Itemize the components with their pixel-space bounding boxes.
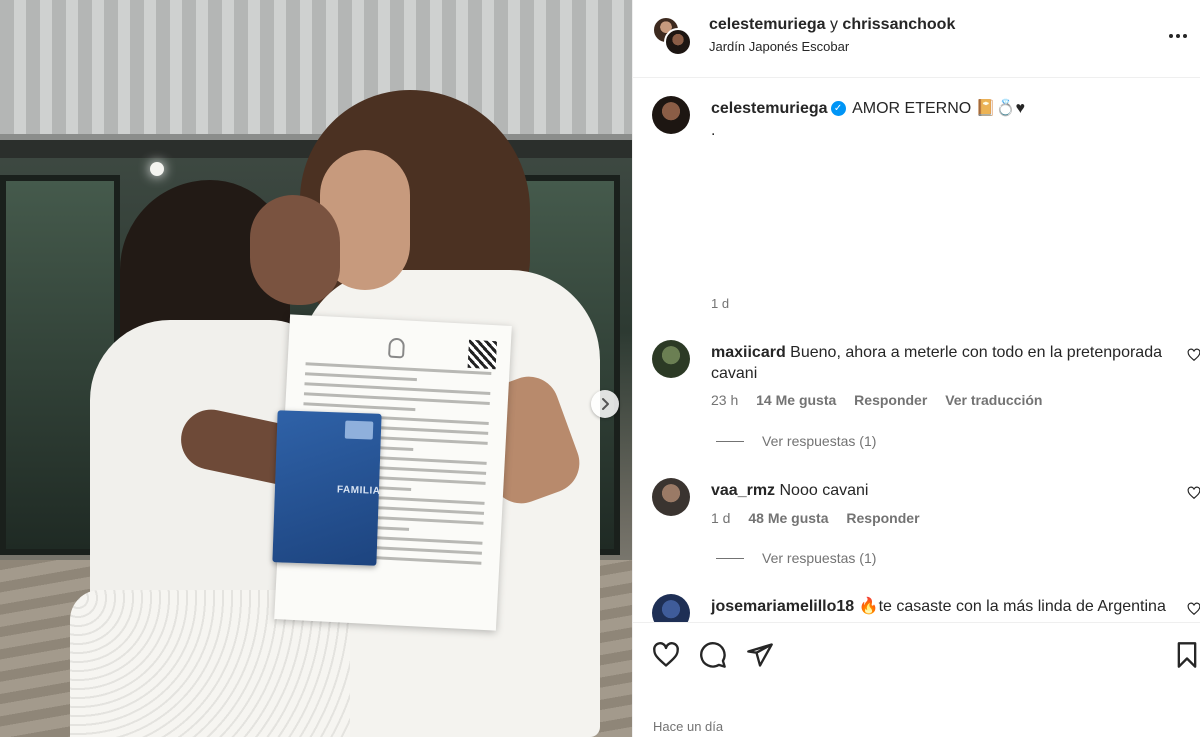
translate-button[interactable]: Ver traducción	[945, 392, 1042, 408]
caption-extra-line: .	[711, 122, 716, 139]
action-bar	[633, 622, 1200, 692]
post-photo[interactable]: FAMILIA	[0, 0, 632, 737]
comment-text: josemariamelillo18 🔥te casaste con la má…	[711, 596, 1171, 617]
replies-rule	[716, 557, 744, 559]
certificate-qr-icon	[467, 339, 498, 370]
photo-roof	[0, 0, 632, 140]
share-icon[interactable]	[746, 641, 774, 669]
heart-icon[interactable]	[652, 641, 680, 669]
comment-meta: 1 d 48 Me gusta Responder	[711, 510, 934, 526]
comment-username[interactable]: josemariamelillo18	[711, 598, 854, 615]
avatar[interactable]	[652, 594, 690, 622]
verified-badge-icon: ✓	[830, 101, 846, 117]
replies-rule	[716, 440, 744, 442]
next-photo-button[interactable]	[591, 390, 619, 418]
booklet-emblem-icon	[344, 420, 374, 440]
more-options-icon	[1169, 34, 1173, 38]
certificate-seal-icon	[388, 337, 406, 359]
heart-icon[interactable]	[1187, 348, 1200, 362]
post-header: celestemuriega y chrissanchook Jardín Ja…	[633, 0, 1200, 78]
heart-icon[interactable]	[1187, 602, 1200, 616]
booklet-label: FAMILIA	[336, 484, 381, 497]
view-replies-button[interactable]: Ver respuestas (1)	[716, 433, 876, 449]
chevron-right-icon	[602, 398, 609, 410]
caption-username[interactable]: celestemuriega	[711, 100, 828, 117]
caption-text: AMOR ETERNO 📔💍♥	[852, 100, 1025, 117]
comment-username[interactable]: vaa_rmz	[711, 482, 775, 499]
reply-button[interactable]: Responder	[846, 510, 919, 526]
comment-likes[interactable]: 48 Me gusta	[748, 510, 828, 526]
photo-woman-face	[250, 195, 340, 305]
comment-likes[interactable]: 14 Me gusta	[756, 392, 836, 408]
photo-light	[150, 162, 164, 176]
post-side-panel: celestemuriega y chrissanchook Jardín Ja…	[632, 0, 1200, 737]
comment-text: vaa_rmz Nooo cavani	[711, 480, 1171, 501]
post-location[interactable]: Jardín Japonés Escobar	[709, 39, 849, 54]
caption-timestamp[interactable]: 1 d	[711, 296, 729, 311]
comment-time[interactable]: 23 h	[711, 392, 738, 408]
view-replies-label: Ver respuestas (1)	[762, 550, 877, 566]
collaborator-username[interactable]: chrissanchook	[842, 16, 955, 33]
comment-time[interactable]: 1 d	[711, 510, 730, 526]
comment-item: josemariamelillo18 🔥te casaste con la má…	[633, 594, 1200, 622]
collab-avatars[interactable]	[652, 16, 694, 58]
comment-meta: 23 h 14 Me gusta Responder Ver traducció…	[711, 392, 1056, 408]
reply-button[interactable]: Responder	[854, 392, 927, 408]
bookmark-icon[interactable]	[1173, 641, 1200, 669]
comment-icon[interactable]	[699, 641, 727, 669]
post-timestamp[interactable]: Hace un día	[653, 719, 723, 734]
heart-icon[interactable]	[1187, 486, 1200, 500]
author-username[interactable]: celestemuriega	[709, 16, 826, 33]
avatar[interactable]	[652, 478, 690, 516]
avatar[interactable]	[652, 96, 690, 134]
author-conjunction: y	[829, 16, 838, 33]
comment-username[interactable]: maxiicard	[711, 344, 786, 361]
comment-message: Nooo cavani	[779, 482, 869, 499]
avatar[interactable]	[652, 340, 690, 378]
comment-text: maxiicard Bueno, ahora a meterle con tod…	[711, 342, 1171, 384]
more-options-button[interactable]	[1165, 26, 1191, 46]
post-authors: celestemuriega y chrissanchook	[709, 16, 955, 34]
caption-line: celestemuriega ✓ AMOR ETERNO 📔💍♥	[711, 98, 1025, 118]
comment-message: 🔥te casaste con la más linda de Argentin…	[858, 598, 1166, 615]
avatar[interactable]	[664, 28, 692, 56]
photo-family-booklet: FAMILIA	[272, 410, 382, 566]
view-replies-button[interactable]: Ver respuestas (1)	[716, 550, 876, 566]
view-replies-label: Ver respuestas (1)	[762, 433, 877, 449]
